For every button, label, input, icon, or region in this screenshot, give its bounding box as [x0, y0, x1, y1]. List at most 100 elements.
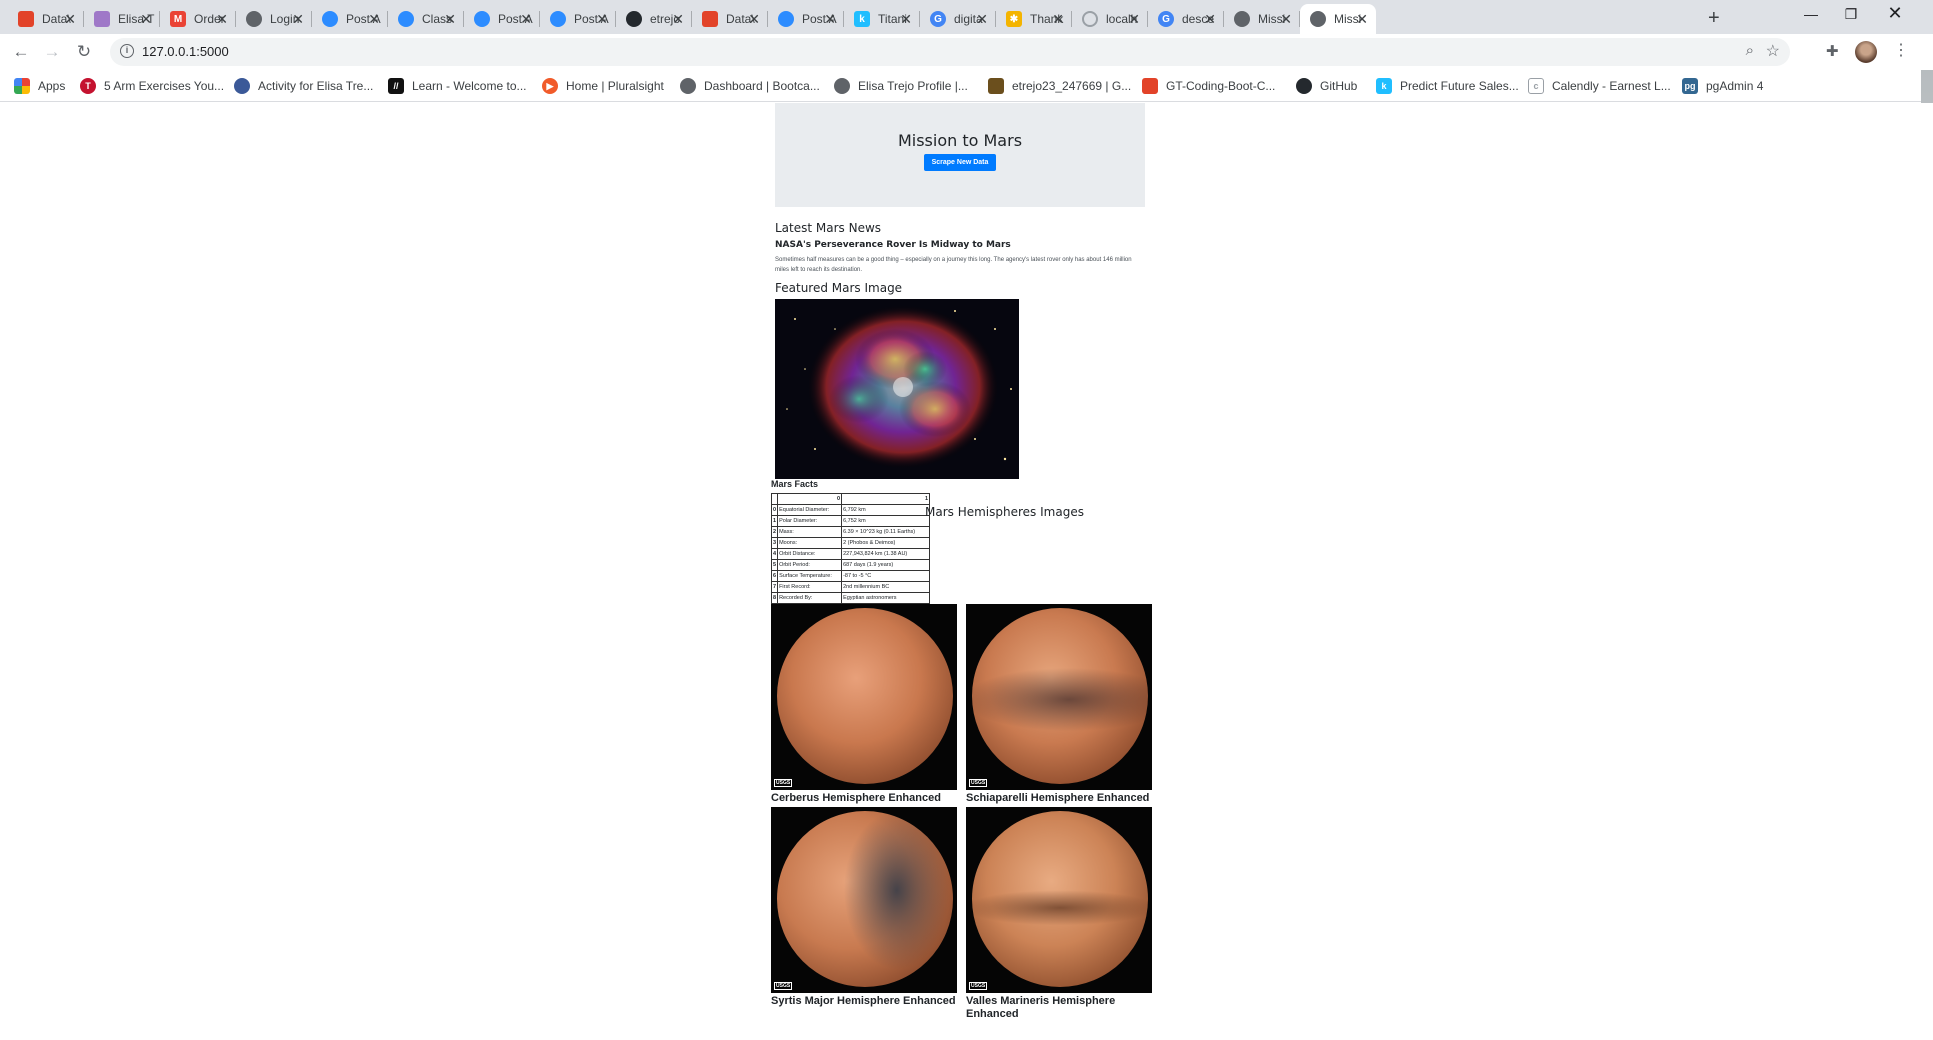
close-icon[interactable]: ✕ [140, 11, 152, 27]
table-row: 3 Moons: 2 (Phobos & Deimos) [770, 537, 931, 549]
tab[interactable]: Login ✕ [236, 4, 312, 34]
bookmark-apps[interactable]: Apps [14, 78, 65, 94]
fact-value: 2nd millennium BC [841, 581, 931, 593]
hemisphere-card: USGS Valles Marineris Hemisphere Enhance… [966, 807, 1152, 1021]
fact-value: -87 to -5 °C [841, 570, 931, 582]
tab[interactable]: G desce ✕ [1148, 4, 1224, 34]
close-icon[interactable]: ✕ [900, 11, 912, 27]
restore-icon[interactable]: ❐ [1836, 6, 1866, 23]
close-icon[interactable]: ✕ [596, 11, 608, 27]
new-tab-icon[interactable]: + [1708, 7, 1720, 30]
forward-icon[interactable]: → [40, 42, 64, 62]
fact-key: Moons: [777, 537, 843, 549]
bookmark-item[interactable]: c Calendly - Earnest L... [1528, 78, 1671, 94]
tab-active[interactable]: Missi ✕ [1300, 4, 1376, 34]
tab[interactable]: Post A ✕ [464, 4, 540, 34]
reload-icon[interactable]: ↻ [72, 42, 96, 62]
tab[interactable]: k Titani ✕ [844, 4, 920, 34]
bookmark-item[interactable]: k Predict Future Sales... [1376, 78, 1519, 94]
close-icon[interactable]: ✕ [368, 11, 380, 27]
zoom-icon [550, 11, 566, 27]
close-icon[interactable]: ✕ [292, 11, 304, 27]
tab-title: Post A [346, 12, 381, 26]
tab[interactable]: M Order ✕ [160, 4, 236, 34]
scrape-button[interactable]: Scrape New Data [923, 154, 997, 171]
news-title: NASA's Perseverance Rover Is Midway to M… [775, 240, 1011, 250]
bookmark-item[interactable]: GT-Coding-Boot-C... [1142, 78, 1275, 94]
bookmark-label: etrejo23_247669 | G... [1012, 79, 1132, 93]
close-icon[interactable]: ✕ [824, 11, 836, 27]
tab[interactable]: ✱ Thank ✕ [996, 4, 1072, 34]
bookmark-item[interactable]: // Learn - Welcome to... [388, 78, 527, 94]
tab[interactable]: Elisa T ✕ [84, 4, 160, 34]
menu-icon[interactable]: ⋮ [1893, 40, 1909, 60]
tab[interactable]: Post A ✕ [540, 4, 616, 34]
close-icon[interactable]: ✕ [444, 11, 456, 27]
tab[interactable]: Post A ✕ [768, 4, 844, 34]
page-title: Mission to Mars [897, 131, 1023, 150]
tab[interactable]: Post A ✕ [312, 4, 388, 34]
table-row: 8 Recorded By: Egyptian astronomers [770, 592, 931, 604]
info-icon[interactable]: i [120, 44, 134, 58]
zoom-icon[interactable]: ⌕ [1746, 42, 1754, 59]
bookmark-item[interactable]: GitHub [1296, 78, 1357, 94]
close-icon[interactable]: ✕ [1128, 11, 1140, 27]
tab-strip: Data\ ✕ Elisa T ✕ M Order ✕ Login ✕ Post… [0, 0, 1933, 34]
close-icon[interactable]: ✕ [1052, 11, 1064, 27]
bookmark-label: 5 Arm Exercises You... [104, 79, 225, 93]
minimize-icon[interactable]: — [1796, 6, 1826, 22]
globe-icon [834, 78, 850, 94]
hemisphere-card: USGS Syrtis Major Hemisphere Enhanced [771, 807, 957, 1008]
bookmark-item[interactable]: ▶ Home | Pluralsight [542, 78, 664, 94]
close-icon[interactable]: ✕ [64, 11, 76, 27]
hemisphere-title: Schiaparelli Hemisphere Enhanced [966, 792, 1150, 804]
back-icon[interactable]: ← [9, 42, 33, 62]
url-text[interactable]: 127.0.0.1:5000 [142, 44, 229, 59]
bookmark-item[interactable]: Activity for Elisa Tre... [234, 78, 373, 94]
tab[interactable]: Data\ ✕ [8, 4, 84, 34]
tab-title: Elisa T [118, 12, 155, 26]
close-icon[interactable]: ✕ [1356, 11, 1368, 27]
tab[interactable]: localh ✕ [1072, 4, 1148, 34]
google-icon: G [930, 11, 946, 27]
tab[interactable]: G digita ✕ [920, 4, 996, 34]
bookmark-item[interactable]: T 5 Arm Exercises You... [80, 78, 224, 94]
table-row: 7 First Record: 2nd millennium BC [770, 581, 931, 593]
close-icon[interactable]: ✕ [672, 11, 684, 27]
tab[interactable]: Class ✕ [388, 4, 464, 34]
close-icon[interactable]: ✕ [520, 11, 532, 27]
table-row: 0 Equatorial Diameter: 6,792 km [770, 504, 931, 516]
tab[interactable]: etrejo ✕ [616, 4, 692, 34]
close-icon[interactable]: ✕ [1280, 11, 1292, 27]
gitlab-icon [988, 78, 1004, 94]
address-bar[interactable]: i 127.0.0.1:5000 ⌕ ☆ [110, 38, 1790, 66]
avatar[interactable] [1855, 41, 1877, 63]
slack-icon [94, 11, 110, 27]
tab-title: Missi [1334, 12, 1362, 26]
bookmark-item[interactable]: Elisa Trejo Profile |... [834, 78, 968, 94]
gitlab-icon [702, 11, 718, 27]
close-icon[interactable]: ✕ [976, 11, 988, 27]
tab[interactable]: Data\ ✕ [692, 4, 768, 34]
close-icon[interactable]: ✕ [748, 11, 760, 27]
gmail-icon: M [170, 11, 186, 27]
bookmark-star-icon[interactable]: ☆ [1766, 41, 1780, 61]
tab[interactable]: Missi ✕ [1224, 4, 1300, 34]
bookmark-label: GT-Coding-Boot-C... [1166, 79, 1276, 93]
tab-title: Data\ [726, 12, 755, 26]
kaggle-icon: k [854, 11, 870, 27]
bookmark-item[interactable]: Dashboard | Bootca... [680, 78, 820, 94]
bookmark-item[interactable]: pg pgAdmin 4 [1682, 78, 1763, 94]
globe-icon [1310, 11, 1326, 27]
bookmark-label: Elisa Trejo Profile |... [858, 79, 968, 93]
zoom-icon [778, 11, 794, 27]
close-window-icon[interactable]: ✕ [1880, 3, 1910, 24]
pluralsight-icon: ▶ [542, 78, 558, 94]
close-icon[interactable]: ✕ [1204, 11, 1216, 27]
usgs-logo: USGS [774, 779, 793, 787]
tab-title: Order [194, 12, 225, 26]
extensions-icon[interactable]: ✚ [1826, 42, 1839, 60]
table-row: 6 Surface Temperature: -87 to -5 °C [770, 570, 931, 582]
bookmark-item[interactable]: etrejo23_247669 | G... [988, 78, 1131, 94]
close-icon[interactable]: ✕ [216, 11, 228, 27]
